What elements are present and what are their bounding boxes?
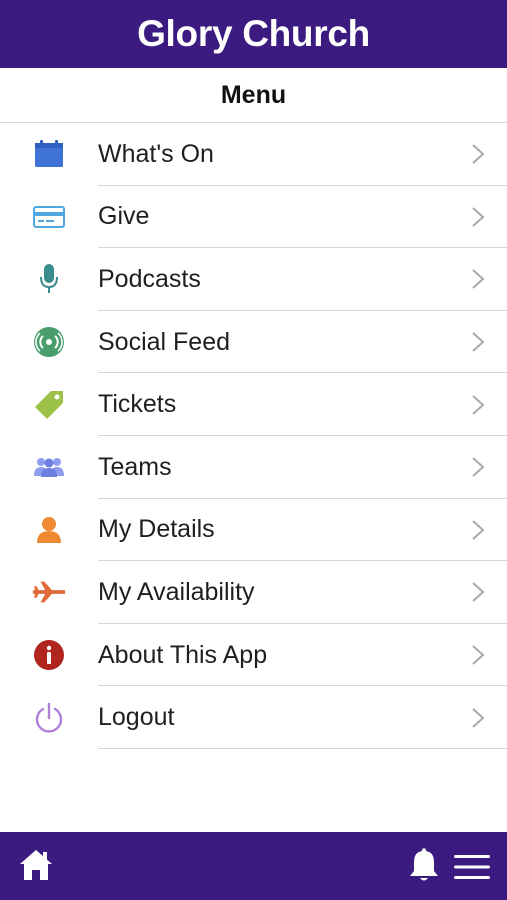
- chevron-right-icon: [472, 269, 485, 290]
- menu-item-label: Teams: [98, 452, 172, 481]
- menu-item-my-availability[interactable]: My Availability: [0, 561, 507, 624]
- menu-item-logout[interactable]: Logout: [0, 686, 507, 749]
- menu-item-label: My Details: [98, 515, 215, 544]
- menu-item-whats-on[interactable]: What's On: [0, 123, 507, 186]
- bell-icon[interactable]: [408, 848, 440, 884]
- chevron-right-icon: [472, 144, 485, 165]
- menu-title: Menu: [220, 80, 287, 109]
- chevron-right-icon: [472, 520, 485, 540]
- chevron-right-icon: [472, 645, 485, 665]
- menu-list: What's On Give Podcasts Social Feed Tick…: [0, 123, 507, 749]
- broadcast-icon: [33, 326, 65, 358]
- app-header: Glory Church: [0, 0, 507, 68]
- divider: [98, 747, 507, 749]
- menu-item-give[interactable]: Give: [0, 186, 507, 249]
- chevron-right-icon: [472, 457, 485, 478]
- menu-item-podcasts[interactable]: Podcasts: [0, 248, 507, 311]
- people-icon: [33, 451, 65, 483]
- menu-item-label: What's On: [98, 139, 214, 168]
- chevron-right-icon: [472, 394, 485, 415]
- menu-item-social-feed[interactable]: Social Feed: [0, 311, 507, 374]
- menu-item-label: Social Feed: [98, 327, 231, 356]
- menu-item-label: Podcasts: [98, 264, 201, 293]
- menu-item-my-details[interactable]: My Details: [0, 499, 507, 562]
- chevron-right-icon: [472, 582, 485, 603]
- home-icon[interactable]: [18, 848, 54, 882]
- tag-icon: [33, 389, 65, 421]
- microphone-icon: [33, 263, 65, 295]
- menu-title-bar: Menu: [0, 68, 507, 123]
- calendar-icon: [33, 138, 65, 170]
- info-icon: [33, 639, 65, 671]
- menu-item-about-this-app[interactable]: About This App: [0, 624, 507, 687]
- menu-item-tickets[interactable]: Tickets: [0, 373, 507, 436]
- airplane-icon: [33, 576, 65, 608]
- menu-item-label: About This App: [98, 640, 268, 669]
- power-icon: [33, 702, 65, 734]
- hamburger-menu-icon[interactable]: [453, 854, 491, 880]
- bottom-nav-bar: [0, 832, 507, 900]
- person-icon: [33, 514, 65, 546]
- chevron-right-icon: [472, 707, 485, 728]
- menu-item-teams[interactable]: Teams: [0, 436, 507, 499]
- credit-card-icon: [33, 201, 65, 233]
- menu-item-label: Tickets: [98, 390, 177, 419]
- chevron-right-icon: [472, 332, 485, 352]
- chevron-right-icon: [472, 207, 485, 227]
- menu-item-label: My Availability: [98, 577, 255, 606]
- menu-item-label: Logout: [98, 703, 175, 732]
- menu-item-label: Give: [98, 202, 150, 231]
- app-title: Glory Church: [137, 13, 370, 54]
